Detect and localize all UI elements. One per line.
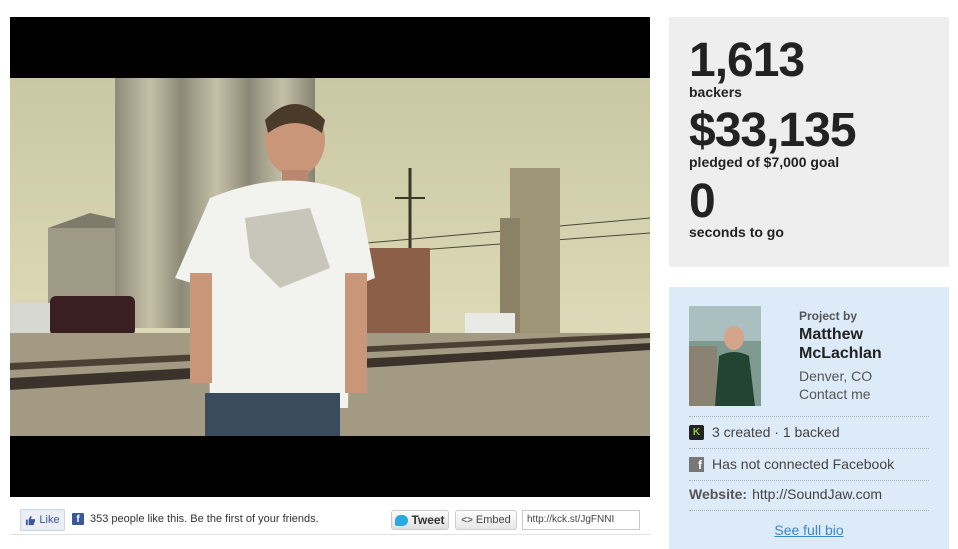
tweet-button[interactable]: Tweet <box>391 510 449 530</box>
facebook-like-button[interactable]: Like <box>20 509 65 531</box>
website-row: Website: http://SoundJaw.com <box>689 486 882 502</box>
created-backed-row: K 3 created · 1 backed <box>689 424 840 440</box>
website-link[interactable]: http://SoundJaw.com <box>752 486 882 502</box>
pledged-amount: $33,135 <box>689 104 857 157</box>
like-label: Like <box>39 514 60 526</box>
website-label: Website: <box>689 486 748 502</box>
see-full-bio-link[interactable]: See full bio <box>669 522 949 538</box>
embed-button[interactable]: <> Embed <box>455 510 517 530</box>
divider <box>689 448 929 449</box>
facebook-icon: f <box>72 513 84 525</box>
facebook-status-row: f Has not connected Facebook <box>689 456 894 472</box>
time-remaining-value: 0 <box>689 175 716 228</box>
created-backed-text[interactable]: 3 created · 1 backed <box>712 424 840 440</box>
facebook-status-text: Has not connected Facebook <box>712 456 895 472</box>
contact-me-link[interactable]: Contact me <box>799 386 871 402</box>
embed-label: Embed <box>475 514 511 526</box>
facebook-thumb-icon <box>26 515 36 525</box>
divider <box>689 480 929 481</box>
creator-avatar[interactable] <box>689 306 761 406</box>
kickstarter-icon: K <box>689 424 704 440</box>
time-remaining-label: seconds to go <box>689 224 784 240</box>
video-player[interactable] <box>10 17 650 497</box>
facebook-icon: f <box>689 456 704 472</box>
short-url-field[interactable]: http://kck.st/JgFNNI <box>522 510 640 530</box>
divider <box>689 510 929 511</box>
video-frame <box>10 78 650 436</box>
backers-label: backers <box>689 84 742 100</box>
pledged-label: pledged of $7,000 goal <box>689 154 840 170</box>
funding-stats-panel: 1,613 backers $33,135 pledged of $7,000 … <box>669 17 949 267</box>
share-bar: Like f 353 people like this. Be the firs… <box>10 505 650 535</box>
project-by-label: Project by <box>799 309 858 323</box>
creator-panel: Project by Matthew McLachlan Denver, CO … <box>669 287 949 549</box>
like-count-text: 353 people like this. Be the first of yo… <box>90 513 319 525</box>
creator-location[interactable]: Denver, CO <box>799 368 872 384</box>
divider <box>689 416 929 417</box>
twitter-bird-icon <box>395 514 409 526</box>
backers-count: 1,613 <box>689 34 805 87</box>
embed-code-icon: <> <box>461 514 473 526</box>
tweet-label: Tweet <box>411 513 445 527</box>
creator-name[interactable]: Matthew McLachlan <box>799 325 944 363</box>
